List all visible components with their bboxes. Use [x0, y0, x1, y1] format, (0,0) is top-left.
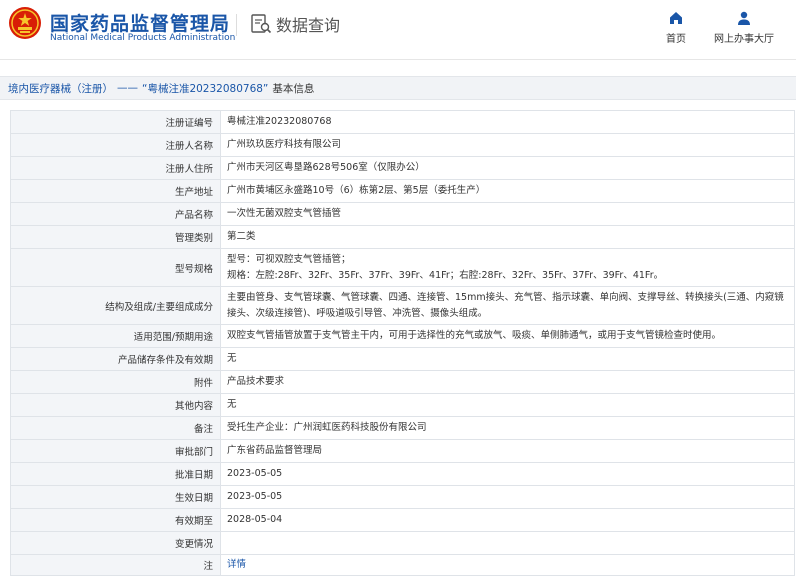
field-label: 生效日期 — [10, 485, 221, 509]
field-label: 变更情况 — [10, 531, 221, 555]
field-label: 注册人名称 — [10, 133, 221, 157]
field-label: 注 — [10, 554, 221, 576]
table-row: 有效期至 2028-05-04 — [10, 508, 795, 532]
detail-table: 注册证编号 粤械注准20232080768 注册人名称 广州玖玖医疗科技有限公司… — [10, 110, 795, 576]
field-value: 双腔支气管插管放置于支气管主干内，可用于选择性的充气或放气、吸痰、单侧肺通气，或… — [220, 324, 795, 348]
breadcrumb-record: “粤械注准20232080768” — [142, 82, 269, 95]
field-value: 广州玖玖医疗科技有限公司 — [220, 133, 795, 157]
nav-online-service[interactable]: 网上办事大厅 — [710, 10, 778, 45]
field-label: 结构及组成/主要组成成分 — [10, 286, 221, 325]
site-subtitle: National Medical Products Administration — [50, 33, 236, 43]
table-row: 注册人名称 广州玖玖医疗科技有限公司 — [10, 133, 795, 157]
header-divider — [236, 14, 237, 36]
field-label: 产品名称 — [10, 202, 221, 226]
site-title[interactable]: 国家药品监督管理局 — [50, 9, 230, 36]
site-header: 国家药品监督管理局 National Medical Products Admi… — [0, 0, 796, 60]
details-link[interactable]: 详情 — [227, 559, 246, 570]
field-value: 粤械注准20232080768 — [220, 110, 795, 134]
field-value: 2023-05-05 — [220, 485, 795, 509]
table-row: 适用范围/预期用途 双腔支气管插管放置于支气管主干内，可用于选择性的充气或放气、… — [10, 324, 795, 348]
field-value-line: 主要由管身、支气管球囊、气管球囊、四通、连接管、15mm接头、充气管、指示球囊、… — [227, 291, 784, 303]
field-value: 受托生产企业：广州润虹医药科技股份有限公司 — [220, 416, 795, 440]
table-row: 型号规格 型号：可视双腔支气管插管； 规格：左腔:28Fr、32Fr、35Fr、… — [10, 248, 795, 287]
table-row: 注册人住所 广州市天河区粤垦路628号506室（仅限办公） — [10, 156, 795, 180]
field-label: 注册人住所 — [10, 156, 221, 180]
field-value: 2023-05-05 — [220, 462, 795, 486]
table-row: 产品储存条件及有效期 无 — [10, 347, 795, 371]
table-row: 生效日期 2023-05-05 — [10, 485, 795, 509]
table-row: 变更情况 — [10, 531, 795, 555]
nav-home-label: 首页 — [666, 34, 686, 45]
field-label: 审批部门 — [10, 439, 221, 463]
field-value: 广州市天河区粤垦路628号506室（仅限办公） — [220, 156, 795, 180]
data-query-section: 数据查询 — [250, 12, 340, 36]
table-row: 注 详情 — [10, 554, 795, 576]
breadcrumb: 境内医疗器械（注册） —— “粤械注准20232080768” 基本信息 — [0, 76, 796, 100]
field-value-line: 规格：左腔:28Fr、32Fr、35Fr、37Fr、39Fr、41Fr；右腔:2… — [227, 269, 664, 281]
nav-online-service-label: 网上办事大厅 — [714, 34, 774, 45]
field-label: 生产地址 — [10, 179, 221, 203]
field-value: 主要由管身、支气管球囊、气管球囊、四通、连接管、15mm接头、充气管、指示球囊、… — [220, 286, 795, 325]
table-row: 审批部门 广东省药品监督管理局 — [10, 439, 795, 463]
field-value: 无 — [220, 347, 795, 371]
field-label: 有效期至 — [10, 508, 221, 532]
field-value — [220, 531, 795, 555]
home-icon — [670, 12, 682, 24]
breadcrumb-separator: —— — [117, 82, 138, 94]
breadcrumb-suffix: 基本信息 — [272, 82, 315, 95]
table-row: 生产地址 广州市黄埔区永盛路10号（6）栋第2层、第5层（委托生产） — [10, 179, 795, 203]
field-value: 详情 — [220, 554, 795, 576]
table-row: 结构及组成/主要组成成分 主要由管身、支气管球囊、气管球囊、四通、连接管、15m… — [10, 286, 795, 325]
field-label: 附件 — [10, 370, 221, 394]
data-query-icon — [251, 14, 272, 34]
field-value-line: 型号：可视双腔支气管插管； — [227, 253, 351, 265]
table-row: 管理类别 第二类 — [10, 225, 795, 249]
table-row: 批准日期 2023-05-05 — [10, 462, 795, 486]
field-label: 注册证编号 — [10, 110, 221, 134]
nav-home[interactable]: 首页 — [662, 10, 690, 45]
field-label: 型号规格 — [10, 248, 221, 287]
table-row: 附件 产品技术要求 — [10, 370, 795, 394]
user-icon — [738, 11, 750, 25]
table-row: 产品名称 一次性无菌双腔支气管插管 — [10, 202, 795, 226]
breadcrumb-category[interactable]: 境内医疗器械（注册） — [8, 81, 113, 96]
field-value: 广东省药品监督管理局 — [220, 439, 795, 463]
table-row: 注册证编号 粤械注准20232080768 — [10, 110, 795, 134]
field-value: 产品技术要求 — [220, 370, 795, 394]
field-value: 广州市黄埔区永盛路10号（6）栋第2层、第5层（委托生产） — [220, 179, 795, 203]
field-value: 第二类 — [220, 225, 795, 249]
national-emblem-icon[interactable] — [8, 6, 42, 40]
field-value: 2028-05-04 — [220, 508, 795, 532]
field-label: 产品储存条件及有效期 — [10, 347, 221, 371]
field-label: 批准日期 — [10, 462, 221, 486]
field-value: 型号：可视双腔支气管插管； 规格：左腔:28Fr、32Fr、35Fr、37Fr、… — [220, 248, 795, 287]
field-label: 其他内容 — [10, 393, 221, 417]
field-label: 管理类别 — [10, 225, 221, 249]
field-value-line: 接头、次级连接管)、呼吸道吸引导管、冲洗管、摄像头组成。 — [227, 307, 488, 319]
field-value: 无 — [220, 393, 795, 417]
field-value: 一次性无菌双腔支气管插管 — [220, 202, 795, 226]
field-label: 适用范围/预期用途 — [10, 324, 221, 348]
table-row: 备注 受托生产企业：广州润虹医药科技股份有限公司 — [10, 416, 795, 440]
field-label: 备注 — [10, 416, 221, 440]
table-row: 其他内容 无 — [10, 393, 795, 417]
data-query-label: 数据查询 — [276, 16, 341, 35]
